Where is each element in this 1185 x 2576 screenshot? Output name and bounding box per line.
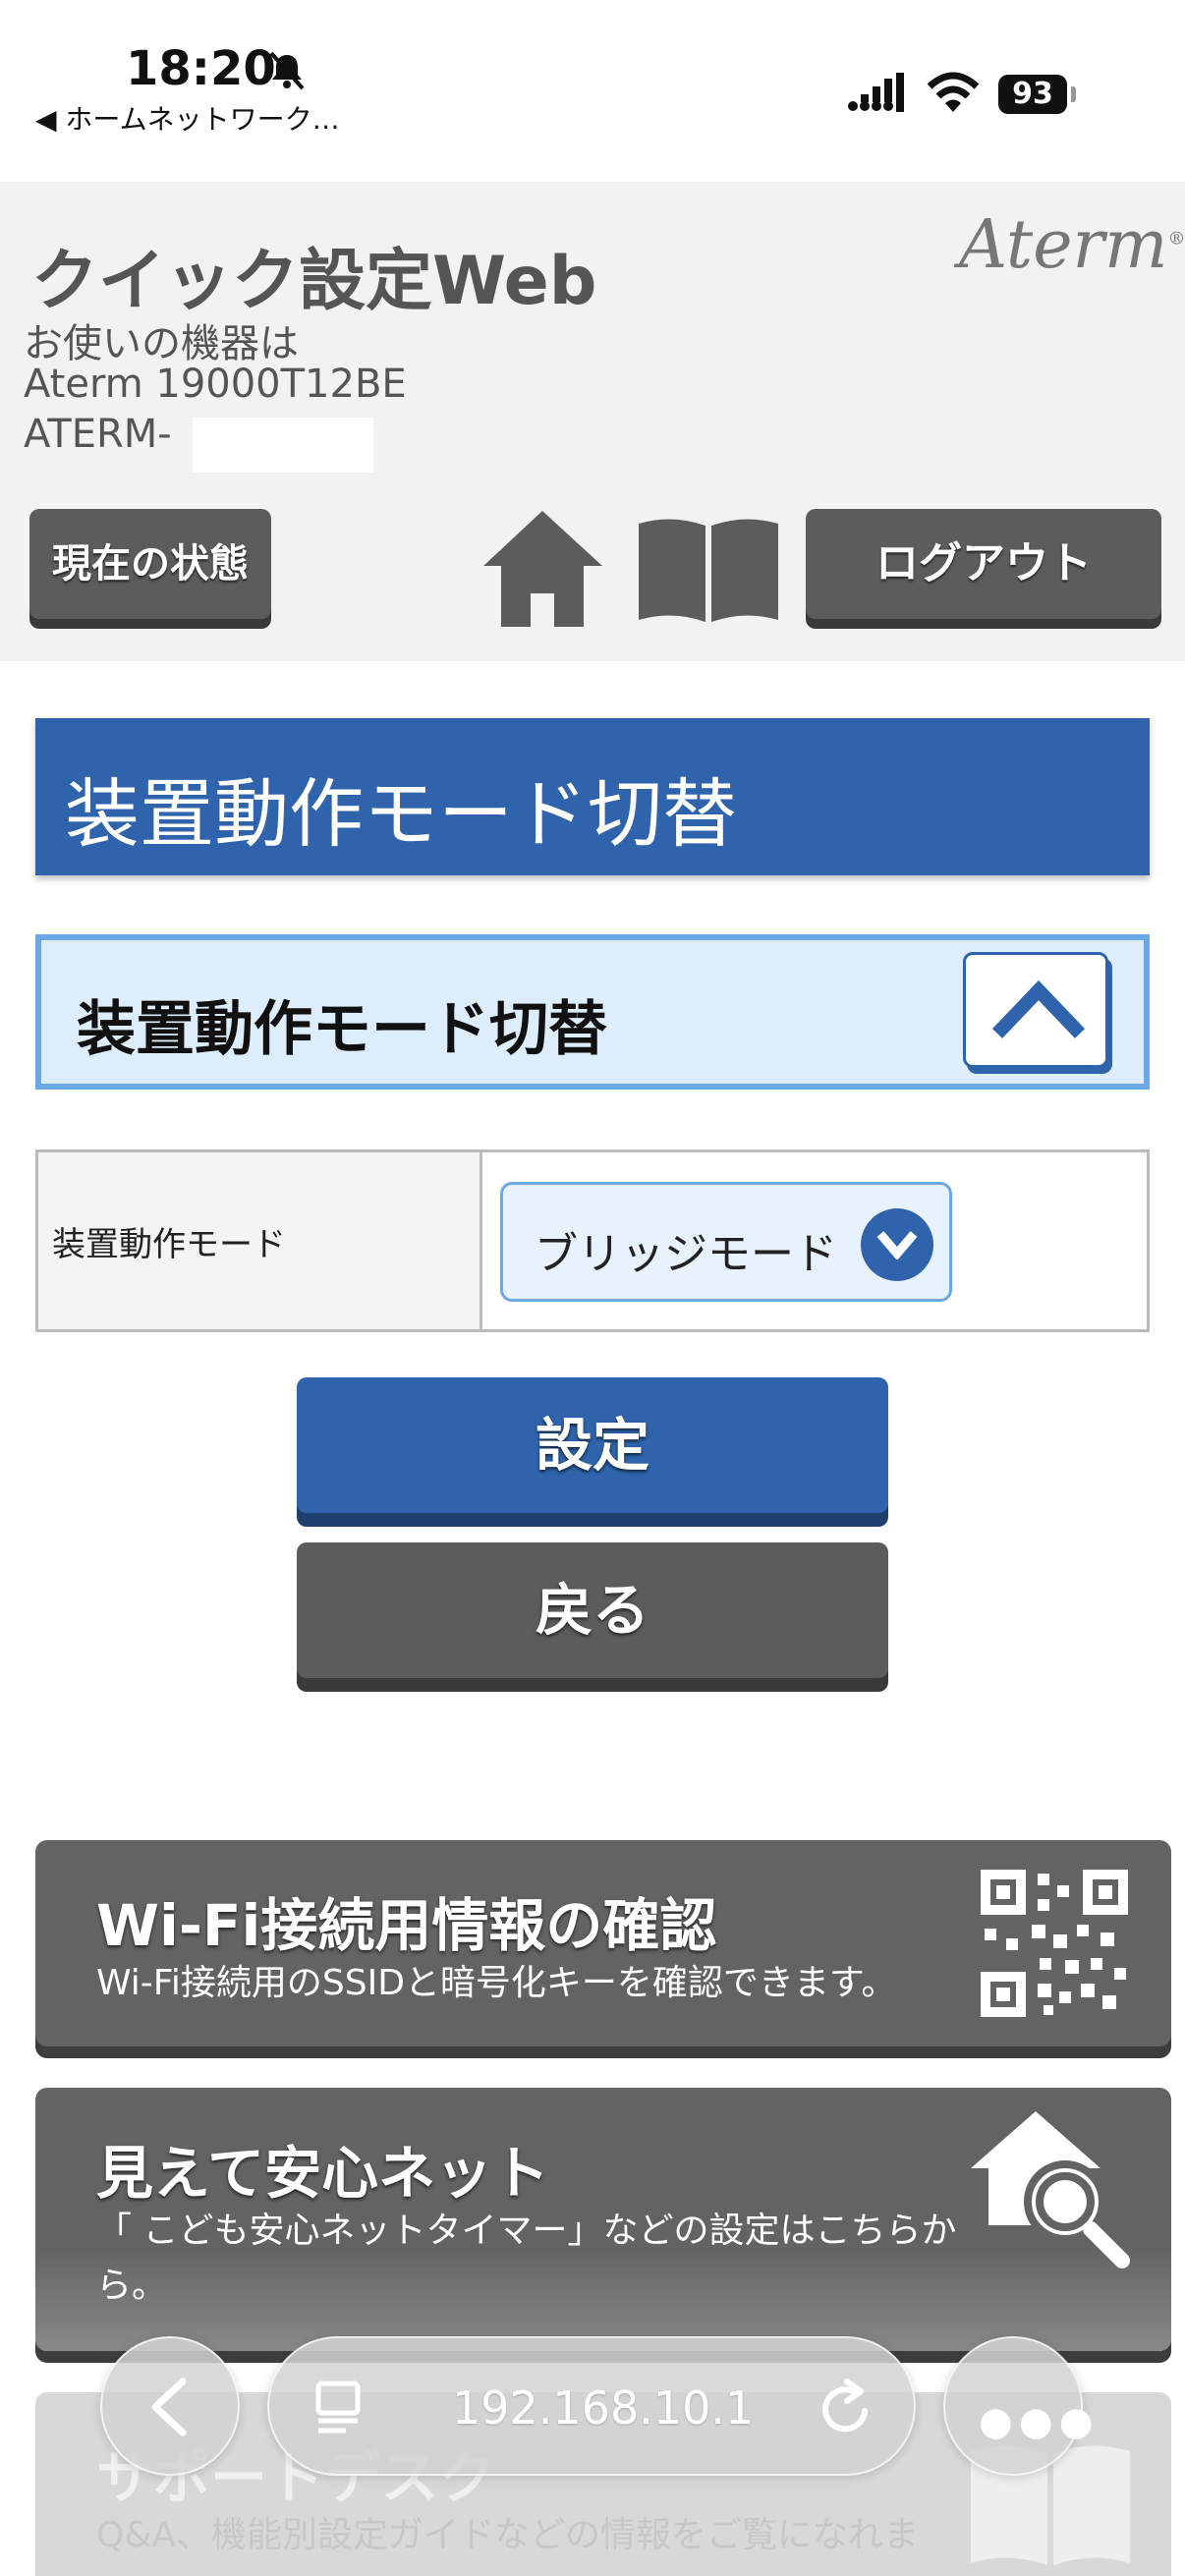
logout-button[interactable]: ログアウト [806,509,1161,619]
device-ssid: ATERM- [24,412,172,457]
brand-logo: Aterm® [959,206,1185,284]
card-safe-net[interactable]: 見えて安心ネット 「 こども安心ネットタイマー」などの設定はこちらから。 [35,2088,1171,2351]
chevron-left-icon [151,2378,187,2436]
more-dots-icon: ●●● [979,2399,1100,2444]
card-title: 見えて安心ネット [96,2140,550,2207]
card-description: 「 こども安心ネットタイマー」などの設定はこちらから。 [96,2211,957,2306]
battery-tip [1071,86,1076,102]
reload-icon[interactable] [819,2378,875,2436]
qr-code-icon [981,1870,1128,2017]
app-title: クイック設定Web [31,243,597,320]
bell-muted-icon [269,51,305,90]
mode-select[interactable]: ブリッジモード [500,1182,952,1302]
page-title-bar: 装置動作モード切替 [35,718,1150,875]
device-model: Aterm 19000T12BE [24,362,407,407]
cellular-signal-icon [848,73,904,112]
back-button[interactable]: 戻る [297,1542,888,1678]
house-search-icon [971,2111,1130,2268]
setting-label: 装置動作モード [52,1225,286,1264]
device-intro: お使いの機器は [24,321,299,366]
settings-table: 装置動作モード ブリッジモード [35,1149,1150,1332]
mode-select-value: ブリッジモード [535,1229,837,1279]
app-header: クイック設定Web Aterm® お使いの機器は Aterm 19000T12B… [0,182,1185,661]
manual-book-icon[interactable] [635,516,782,626]
setting-label-cell: 装置動作モード [38,1152,482,1329]
card-wifi-info[interactable]: Wi-Fi接続用情報の確認 Wi-Fi接続用のSSIDと暗号化キーを確認できます… [35,1840,1171,2046]
current-status-button[interactable]: 現在の状態 [29,509,271,619]
section-header[interactable]: 装置動作モード切替 [35,934,1150,1090]
page-title: 装置動作モード切替 [65,770,737,858]
address-bar[interactable]: 192.168.10.1 [267,2336,916,2476]
browser-back-button[interactable] [100,2336,240,2476]
card-title: Wi-Fi接続用情報の確認 [96,1892,717,1959]
card-description: Q&A、機能別設定ガイドなどの情報をご覧になれま [96,2515,920,2555]
section-title: 装置動作モード切替 [77,995,607,1064]
back-to-app-link[interactable]: ◀ ホームネットワーク… [35,98,340,138]
redacted-ssid [193,418,373,473]
apply-button[interactable]: 設定 [297,1377,888,1513]
battery-indicator: 93 [998,75,1067,114]
chevron-down-icon [861,1208,933,1281]
more-options-button[interactable]: ●●● [943,2336,1094,2476]
clock: 18:20 [126,41,276,96]
url-text: 192.168.10.1 [452,2381,755,2435]
home-icon[interactable] [481,509,604,629]
card-description: Wi-Fi接続用のSSIDと暗号化キーを確認できます。 [96,1963,897,2003]
collapse-button[interactable] [963,952,1108,1068]
status-bar: 18:20 ◀ ホームネットワーク… 93 [0,0,1185,182]
chevron-up-icon [991,980,1086,1038]
wifi-icon [927,72,980,112]
reader-mode-icon[interactable] [312,2380,364,2435]
